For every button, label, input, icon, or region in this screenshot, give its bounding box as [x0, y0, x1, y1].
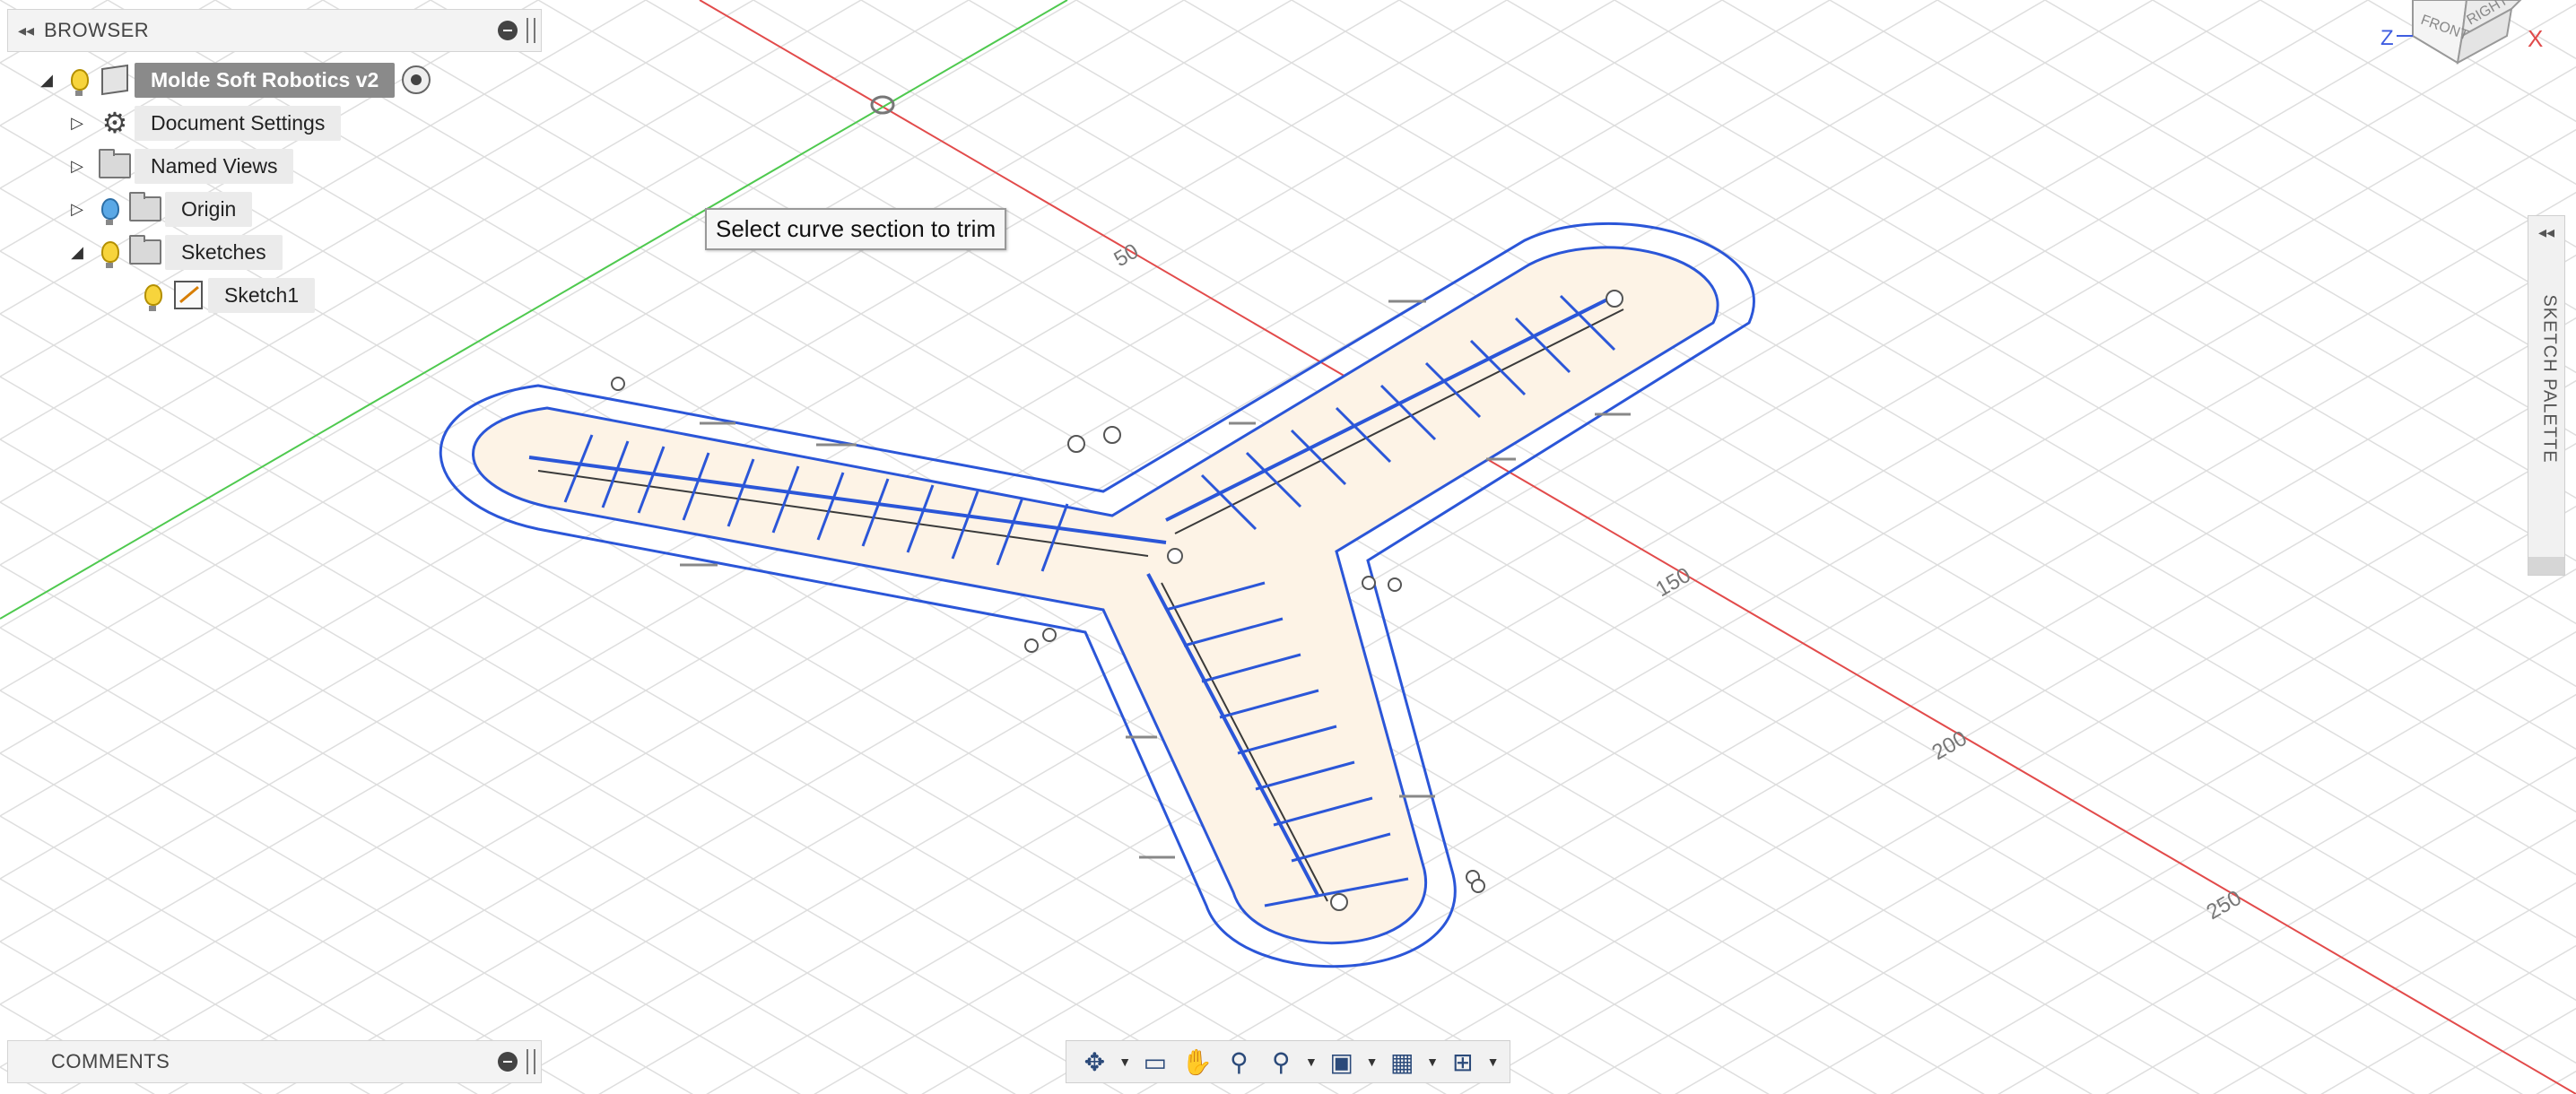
- sketch1-label[interactable]: Sketch1: [208, 277, 316, 313]
- tree-item-document-settings[interactable]: ▷ ⚙ Document Settings: [59, 104, 342, 142]
- browser-header: ◂◂ BROWSER: [7, 9, 542, 52]
- folder-icon: [95, 149, 135, 181]
- zoom-icon[interactable]: ⚲: [1218, 1047, 1259, 1077]
- tree-item-root[interactable]: ◢ Molde Soft Robotics v2: [29, 61, 431, 99]
- collapse-browser-button[interactable]: ◂◂: [8, 22, 44, 40]
- trim-tooltip: Select curve section to trim: [705, 208, 1007, 250]
- sketch-icon: [169, 280, 208, 310]
- tree-item-origin[interactable]: ▷ Origin: [59, 190, 253, 228]
- tree-item-sketch1[interactable]: Sketch1: [138, 276, 316, 314]
- visibility-bulb-icon[interactable]: [65, 65, 95, 96]
- document-settings-label[interactable]: Document Settings: [135, 105, 342, 141]
- fit-icon[interactable]: ⚲: [1260, 1047, 1301, 1077]
- expand-triangle-icon[interactable]: ▷: [59, 114, 95, 133]
- browser-title: BROWSER: [44, 19, 150, 41]
- expand-triangle-icon[interactable]: ▷: [59, 157, 95, 176]
- grid-dropdown-icon[interactable]: ▼: [1423, 1055, 1441, 1069]
- viewports-icon[interactable]: ⊞: [1442, 1047, 1484, 1077]
- palette-resize-grip[interactable]: [2528, 557, 2564, 575]
- viewcube-x-label: X: [2528, 25, 2543, 52]
- look-at-icon[interactable]: ▭: [1135, 1047, 1176, 1077]
- comments-resize-grip[interactable]: [527, 1049, 535, 1074]
- sketch-palette-title: SKETCH PALETTE: [2539, 294, 2560, 464]
- comments-title: COMMENTS: [51, 1050, 170, 1072]
- visibility-bulb-icon[interactable]: [138, 280, 169, 311]
- viewports-dropdown-icon[interactable]: ▼: [1484, 1055, 1502, 1069]
- component-icon: [95, 64, 135, 96]
- navigation-toolbar: ✥ ▼ ▭ ✋ ⚲ ⚲ ▼ ▣ ▼ ▦ ▼ ⊞ ▼: [1066, 1040, 1510, 1083]
- comments-add-button[interactable]: [498, 1052, 518, 1072]
- folder-icon: [126, 192, 165, 224]
- browser-panel: ◂◂ BROWSER: [7, 9, 542, 52]
- browser-pin-button[interactable]: [498, 21, 518, 40]
- browser-resize-grip[interactable]: [527, 18, 535, 43]
- origin-label[interactable]: Origin: [165, 191, 253, 227]
- collapse-palette-button[interactable]: ◂◂: [2528, 216, 2564, 248]
- viewcube-z-label: Z: [2380, 26, 2394, 50]
- orbit-dropdown-icon[interactable]: ▼: [1116, 1055, 1134, 1069]
- activate-radio-icon[interactable]: [402, 65, 431, 94]
- display-settings-icon[interactable]: ▣: [1321, 1047, 1362, 1077]
- gear-icon: ⚙: [101, 107, 128, 139]
- grid-settings-icon[interactable]: ▦: [1381, 1047, 1423, 1077]
- sketches-label[interactable]: Sketches: [165, 234, 283, 270]
- collapse-triangle-icon[interactable]: ◢: [29, 71, 65, 90]
- collapse-triangle-icon[interactable]: ◢: [59, 243, 95, 262]
- visibility-bulb-icon[interactable]: [95, 237, 126, 268]
- orbit-icon[interactable]: ✥: [1074, 1047, 1115, 1077]
- folder-icon: [126, 235, 165, 267]
- display-dropdown-icon[interactable]: ▼: [1363, 1055, 1381, 1069]
- comments-header[interactable]: COMMENTS: [7, 1040, 542, 1083]
- sketch-palette-panel[interactable]: ◂◂ SKETCH PALETTE: [2528, 215, 2565, 576]
- canvas-viewport[interactable]: 50 150 200 250 FRONT RIGHT Z X: [0, 0, 2576, 1094]
- named-views-label[interactable]: Named Views: [135, 148, 294, 184]
- fit-dropdown-icon[interactable]: ▼: [1302, 1055, 1320, 1069]
- tree-item-named-views[interactable]: ▷ Named Views: [59, 147, 294, 185]
- root-component-label[interactable]: Molde Soft Robotics v2: [135, 62, 396, 98]
- visibility-bulb-icon[interactable]: [95, 194, 126, 225]
- expand-triangle-icon[interactable]: ▷: [59, 200, 95, 219]
- pan-hand-icon[interactable]: ✋: [1177, 1047, 1218, 1077]
- tree-item-sketches[interactable]: ◢ Sketches: [59, 233, 283, 271]
- comments-panel[interactable]: COMMENTS: [7, 1040, 542, 1083]
